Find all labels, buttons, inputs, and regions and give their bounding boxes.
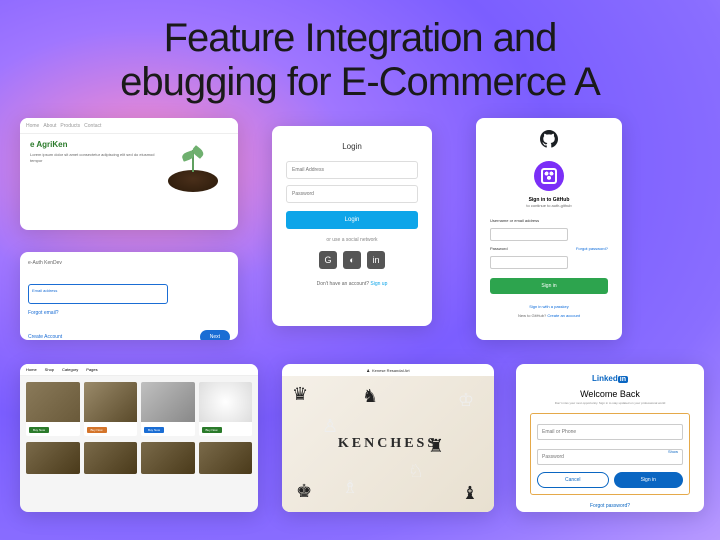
buy-button[interactable]: Buy Now	[87, 427, 107, 433]
product-thumb[interactable]	[199, 442, 253, 474]
forgot-password-link[interactable]: Forgot password?	[576, 246, 608, 251]
github-card: Sign in to GitHub to continue to auth-gi…	[476, 118, 622, 340]
agriken-card: Home About Products Contact e AgriKen Lo…	[20, 118, 238, 230]
nav-contact[interactable]: Contact	[84, 123, 101, 129]
login-password-input[interactable]	[286, 185, 418, 203]
shop-nav-shop[interactable]: Shop	[45, 367, 54, 372]
social-divider: or use a social network	[286, 237, 418, 243]
product-image	[141, 382, 195, 422]
forgot-password-link[interactable]: Forgot password?	[530, 503, 690, 509]
github-signin-button[interactable]: Sign in	[490, 278, 608, 294]
login-title: Login	[286, 142, 418, 151]
agriken-title: e AgriKen	[30, 140, 158, 149]
signin-button[interactable]: Sign in	[614, 472, 684, 488]
product-card[interactable]: Buy Now	[26, 382, 80, 436]
github-password-input[interactable]	[490, 256, 568, 269]
username-label: Username or email address	[490, 218, 539, 223]
next-button[interactable]: Next	[200, 330, 230, 340]
user-avatar	[534, 161, 564, 191]
login-card: Login Login or use a social network G ◐ …	[272, 126, 432, 326]
chess-piece-icon: ♔	[458, 390, 474, 411]
login-email-input[interactable]	[286, 161, 418, 179]
create-account-link[interactable]: Create an account	[547, 313, 580, 318]
welcome-title: Welcome Back	[530, 389, 690, 399]
buy-button[interactable]: Buy Now	[29, 427, 49, 433]
github-username-input[interactable]	[490, 228, 568, 241]
linkedin-card: Linkedin Welcome Back Don't miss your ne…	[516, 364, 704, 512]
agriken-nav: Home About Products Contact	[20, 118, 238, 134]
auth0-brand: e-Auth KenDev	[28, 260, 230, 266]
shop-nav-home[interactable]: Home	[26, 367, 37, 372]
chess-piece-icon: ♘	[408, 461, 424, 482]
forgot-email-link[interactable]: Forgot email?	[28, 310, 230, 316]
kenchess-brand: ♟ Kenese Resandal Art	[282, 364, 494, 376]
create-account-link[interactable]: Create Account	[28, 334, 62, 340]
product-image	[26, 382, 80, 422]
auth0-card: e-Auth KenDev Email address Forgot email…	[20, 252, 238, 340]
kenchess-card: ♟ Kenese Resandal Art ♛ ♙ ♞ ♔ ♜ ♚ ♗ ♝ ♘ …	[282, 364, 494, 512]
signup-link[interactable]: Sign up	[370, 281, 387, 287]
product-card[interactable]: Buy Now	[141, 382, 195, 436]
nav-about[interactable]: About	[43, 123, 56, 129]
chess-piece-icon: ♛	[292, 384, 308, 405]
cards-container: Home About Products Contact e AgriKen Lo…	[0, 112, 720, 532]
chess-piece-icon: ♗	[342, 477, 358, 498]
chess-hero: ♛ ♙ ♞ ♔ ♜ ♚ ♗ ♝ ♘ KENCHESS	[282, 376, 494, 512]
product-thumb[interactable]	[26, 442, 80, 474]
password-label: Password	[490, 246, 508, 251]
shop-nav-category[interactable]: Category	[62, 367, 78, 372]
chess-piece-icon: ♝	[462, 483, 478, 504]
chess-piece-icon: ♚	[296, 481, 312, 502]
linkedin-password-input[interactable]	[537, 449, 683, 465]
github-icon[interactable]: ◐	[343, 251, 361, 269]
product-image	[199, 382, 253, 422]
shop-nav-pages[interactable]: Pages	[86, 367, 97, 372]
login-button[interactable]: Login	[286, 211, 418, 229]
nav-products[interactable]: Products	[60, 123, 80, 129]
product-image	[84, 382, 138, 422]
linkedin-logo: Linkedin	[530, 374, 690, 383]
shop-nav: Home Shop Category Pages	[20, 364, 258, 376]
product-card[interactable]: Buy Now	[84, 382, 138, 436]
google-icon[interactable]: G	[319, 251, 337, 269]
kenchess-title: KENCHESS	[338, 436, 438, 452]
chess-piece-icon: ♙	[322, 416, 338, 437]
buy-button[interactable]: Buy Now	[202, 427, 222, 433]
show-password-link[interactable]: Show	[668, 449, 678, 454]
chess-piece-icon: ♞	[362, 386, 378, 407]
cancel-button[interactable]: Cancel	[537, 472, 609, 488]
email-field[interactable]: Email address	[28, 284, 168, 304]
product-thumb[interactable]	[84, 442, 138, 474]
linkedin-icon[interactable]: in	[367, 251, 385, 269]
passkey-link[interactable]: Sign in with a passkey	[490, 304, 608, 309]
github-subtitle: to continue to auth-github	[490, 203, 608, 208]
create-account-prompt: New to GitHub? Create an account	[490, 313, 608, 318]
agriken-sub: Lorem ipsum dolor sit amet consectetur a…	[30, 152, 158, 163]
github-logo-icon	[490, 130, 608, 153]
product-thumb[interactable]	[141, 442, 195, 474]
signup-prompt: Don't have an account? Sign up	[286, 281, 418, 287]
welcome-tagline: Don't miss your next opportunity. Sign i…	[530, 401, 690, 405]
linkedin-email-input[interactable]	[537, 424, 683, 440]
buy-button[interactable]: Buy Now	[144, 427, 164, 433]
hero-title: Feature Integration and ebugging for E-C…	[0, 0, 720, 112]
plant-image	[158, 140, 228, 210]
product-card[interactable]: Buy Now	[199, 382, 253, 436]
nav-home[interactable]: Home	[26, 123, 39, 129]
shop-card: Home Shop Category Pages Buy Now Buy Now…	[20, 364, 258, 512]
